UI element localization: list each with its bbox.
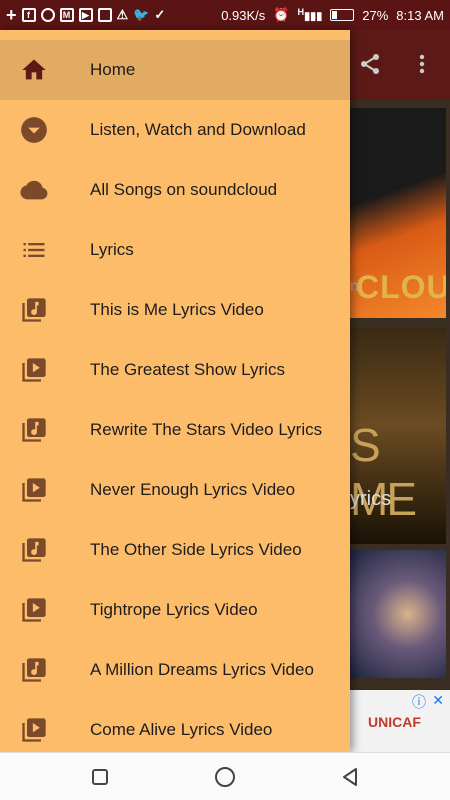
drawer-item-label: A Million Dreams Lyrics Video bbox=[90, 660, 314, 679]
more-options-icon[interactable] bbox=[414, 52, 430, 82]
drawer-item-listen-watch-download[interactable]: Listen, Watch and Download bbox=[0, 100, 350, 160]
music-library-icon bbox=[22, 538, 46, 562]
whatsapp-icon bbox=[40, 8, 55, 22]
drawer-item-tightrope[interactable]: Tightrope Lyrics Video bbox=[0, 580, 350, 640]
drawer-item-come-alive[interactable]: Come Alive Lyrics Video bbox=[0, 700, 350, 760]
drawer-item-rewrite-the-stars[interactable]: Rewrite The Stars Video Lyrics bbox=[0, 400, 350, 460]
drawer-item-label: Home bbox=[90, 60, 136, 79]
plus-icon: + bbox=[6, 4, 17, 25]
drawer-item-a-million-dreams[interactable]: A Million Dreams Lyrics Video bbox=[0, 640, 350, 700]
system-nav-bar bbox=[0, 752, 450, 800]
battery-fill bbox=[332, 11, 338, 19]
drawer-item-lyrics[interactable]: Lyrics bbox=[0, 220, 350, 280]
soundcloud-card[interactable]: n CLOUD bbox=[350, 108, 446, 318]
drawer-item-label: This is Me Lyrics Video bbox=[90, 300, 264, 319]
video-library-icon bbox=[22, 358, 46, 382]
music-library-icon bbox=[22, 298, 46, 322]
home-icon bbox=[22, 59, 46, 80]
drawer-item-label: Tightrope Lyrics Video bbox=[90, 600, 258, 619]
this-is-me-card[interactable]: S ME yrics bbox=[350, 328, 446, 544]
drawer-item-never-enough[interactable]: Never Enough Lyrics Video bbox=[0, 460, 350, 520]
network-speed: 0.93K/s bbox=[221, 7, 266, 23]
home-button[interactable] bbox=[213, 765, 237, 789]
no-sim-icon bbox=[97, 8, 112, 22]
drawer-item-this-is-me[interactable]: This is Me Lyrics Video bbox=[0, 280, 350, 340]
drawer-item-label: All Songs on soundcloud bbox=[90, 180, 278, 199]
dropdown-circle-icon bbox=[21, 117, 47, 143]
ad-banner[interactable]: ⓘ ✕ UNICAF bbox=[350, 690, 450, 752]
ad-info-icon[interactable]: ⓘ bbox=[412, 692, 426, 712]
video-library-icon bbox=[22, 598, 46, 622]
warning-icon: ⚠ bbox=[116, 7, 129, 22]
music-library-icon bbox=[22, 658, 46, 682]
facebook-icon: f bbox=[21, 8, 36, 22]
drawer-item-label: Never Enough Lyrics Video bbox=[90, 480, 296, 499]
gmail-icon: M bbox=[59, 8, 74, 22]
alarm-icon: ⏰ bbox=[273, 7, 290, 22]
ad-close-icon[interactable]: ✕ bbox=[432, 692, 444, 709]
signal-icon: H▮▮▮ bbox=[297, 7, 323, 23]
video-library-icon bbox=[22, 478, 46, 502]
drawer-item-label: The Other Side Lyrics Video bbox=[90, 540, 302, 559]
list-icon bbox=[23, 243, 45, 257]
card2-subtitle: yrics bbox=[350, 488, 392, 510]
drawer-item-label: Come Alive Lyrics Video bbox=[90, 720, 273, 739]
twitter-icon: 🐦 bbox=[133, 7, 150, 22]
video-library-icon bbox=[22, 718, 46, 742]
drawer-item-home[interactable]: Home bbox=[0, 40, 350, 100]
drawer-item-label: Listen, Watch and Download bbox=[90, 120, 306, 139]
clock: 8:13 AM bbox=[396, 7, 444, 23]
music-library-icon bbox=[22, 418, 46, 442]
video-thumbnail-card[interactable] bbox=[350, 550, 446, 678]
share-icon[interactable] bbox=[358, 52, 382, 82]
download-done-icon: ✓ bbox=[154, 7, 166, 22]
cloud-icon bbox=[20, 180, 48, 200]
drawer-item-greatest-show[interactable]: The Greatest Show Lyrics bbox=[0, 340, 350, 400]
drawer-item-label: The Greatest Show Lyrics bbox=[90, 360, 285, 379]
drawer-item-label: Lyrics bbox=[90, 240, 134, 259]
recents-button[interactable] bbox=[88, 765, 112, 789]
ad-logo: UNICAF bbox=[368, 714, 421, 730]
drawer-item-the-other-side[interactable]: The Other Side Lyrics Video bbox=[0, 520, 350, 580]
battery-percent: 27% bbox=[362, 7, 389, 23]
signal-type-label: H bbox=[297, 7, 305, 18]
card1-caption: CLOUD bbox=[356, 269, 446, 305]
back-button[interactable] bbox=[338, 765, 362, 789]
status-bar: + f M ▶ ⚠ 🐦 ✓ 0.93K/s ⏰ H▮▮▮ 27% 8:13 AM bbox=[0, 0, 450, 30]
youtube-icon: ▶ bbox=[78, 8, 93, 22]
drawer-item-label: Rewrite The Stars Video Lyrics bbox=[90, 420, 323, 439]
navigation-drawer: Home Listen, Watch and Download All Song… bbox=[0, 30, 350, 752]
drawer-item-soundcloud[interactable]: All Songs on soundcloud bbox=[0, 160, 350, 220]
notification-icons: + f M ▶ ⚠ 🐦 ✓ bbox=[6, 5, 165, 26]
battery-icon bbox=[330, 9, 355, 21]
